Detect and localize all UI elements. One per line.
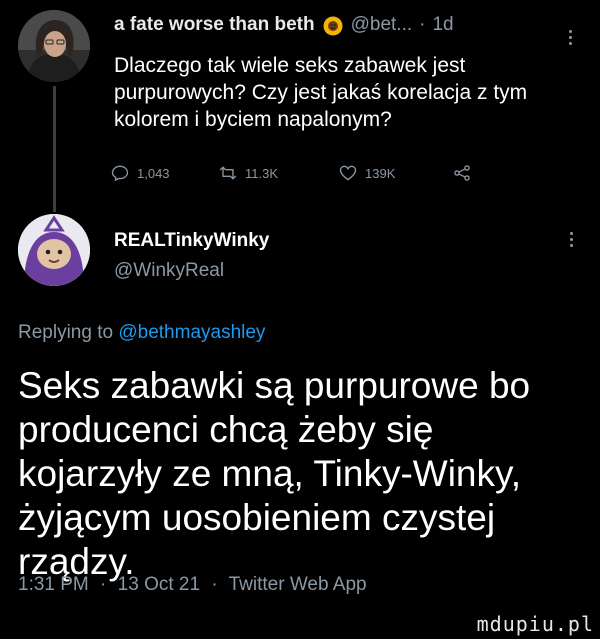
parent-header: a fate worse than beth @bet... · 1d xyxy=(114,14,594,45)
tweet-time[interactable]: 1:31 PM xyxy=(18,574,89,595)
tweet-date[interactable]: 13 Oct 21 xyxy=(118,574,200,595)
retweet-button[interactable]: 11.3K xyxy=(218,163,278,183)
heart-icon xyxy=(339,165,357,181)
main-handle[interactable]: @WinkyReal xyxy=(114,260,224,282)
sunflower-icon xyxy=(323,16,343,36)
main-avatar[interactable] xyxy=(18,214,90,286)
parent-tweet-text: Dlaczego tak wiele seks zabawek jest pur… xyxy=(114,54,528,131)
parent-display-name[interactable]: a fate worse than beth xyxy=(114,14,315,36)
main-tweet-text: Seks zabawki są purpurowe bo producenci … xyxy=(18,365,531,582)
more-options-icon[interactable] xyxy=(570,232,573,247)
more-options-icon[interactable] xyxy=(569,30,572,45)
main-display-name[interactable]: REALTinkyWinky xyxy=(114,230,269,252)
parent-action-bar: 1,043 11.3K 139K xyxy=(110,163,510,185)
replying-mention-link[interactable]: @bethmayashley xyxy=(118,322,265,343)
like-count: 139K xyxy=(365,165,396,181)
tweet-source[interactable]: Twitter Web App xyxy=(229,574,367,595)
reply-count: 1,043 xyxy=(137,165,170,181)
tweet-screenshot: a fate worse than beth @bet... · 1d Dlac… xyxy=(0,0,600,639)
watermark: mdupiu.pl xyxy=(476,612,594,636)
parent-handle[interactable]: @bet... xyxy=(351,14,413,36)
share-button[interactable] xyxy=(452,163,472,183)
reply-button[interactable]: 1,043 xyxy=(110,163,170,183)
parent-avatar[interactable] xyxy=(18,10,90,82)
like-button[interactable]: 139K xyxy=(338,163,395,183)
retweet-icon xyxy=(219,166,237,180)
replying-to: Replying to @bethmayashley xyxy=(18,322,265,344)
tweet-meta: 1:31 PM · 13 Oct 21 · Twitter Web App xyxy=(18,574,367,596)
separator-dot: · xyxy=(100,574,107,595)
separator-dot: · xyxy=(419,14,426,35)
thread-line xyxy=(53,86,56,212)
parent-timestamp[interactable]: 1d xyxy=(432,14,453,36)
separator-dot: · xyxy=(211,574,218,595)
reply-icon xyxy=(111,165,129,182)
share-icon xyxy=(454,165,470,181)
retweet-count: 11.3K xyxy=(245,165,279,181)
replying-prefix: Replying to xyxy=(18,322,114,343)
